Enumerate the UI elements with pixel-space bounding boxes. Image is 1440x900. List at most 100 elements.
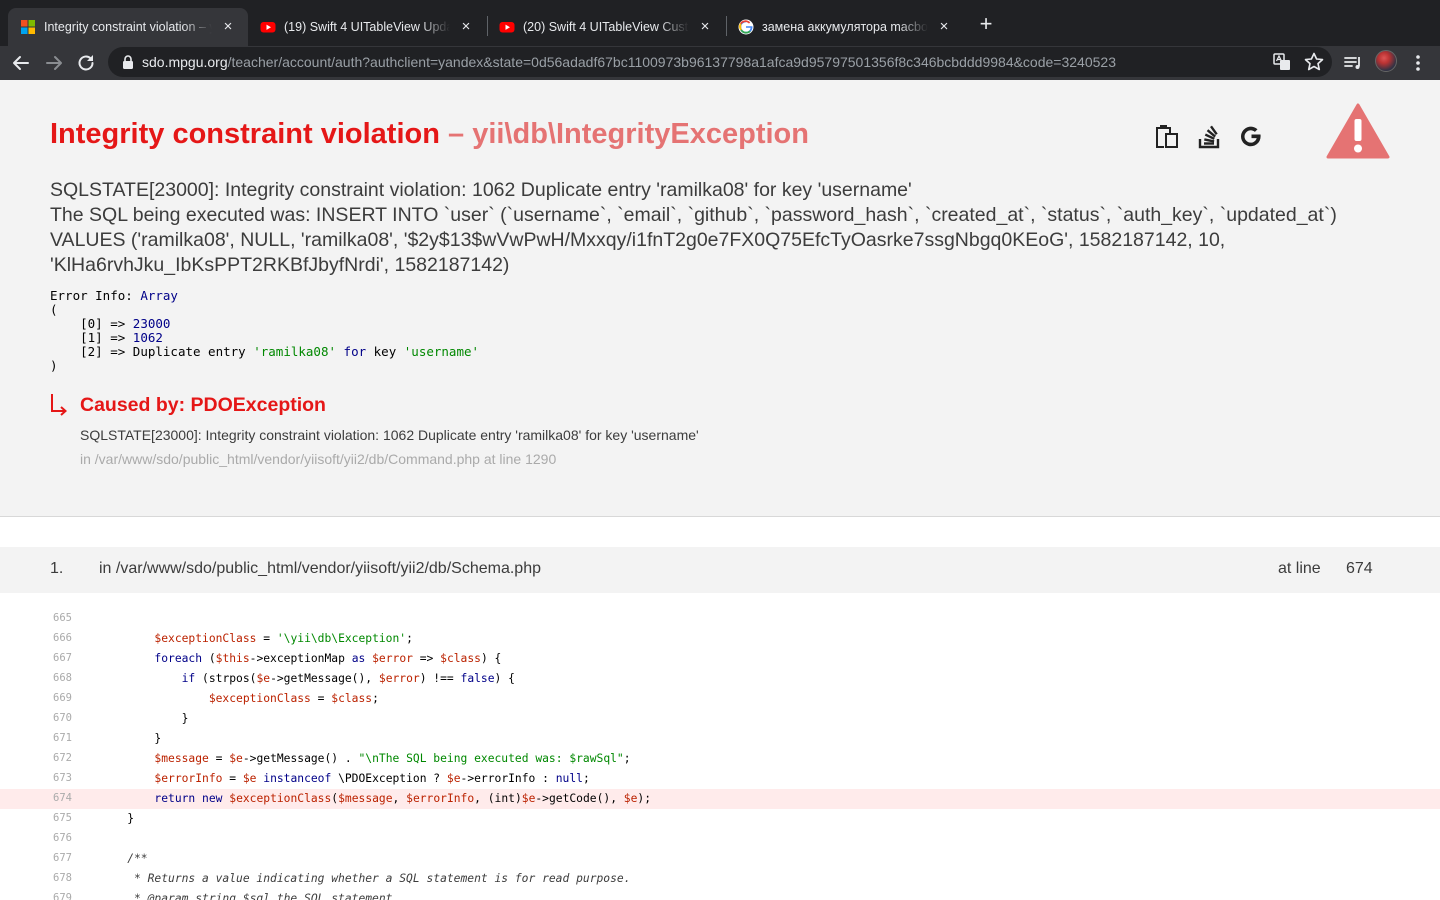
line-number: 674 (53, 792, 72, 804)
reload-icon[interactable] (74, 51, 98, 75)
copy-stacktrace-icon[interactable] (1153, 122, 1181, 150)
code-text: $exceptionClass = $class; (208, 692, 379, 705)
tab-strip: Integrity constraint violation – yii\db\… (0, 0, 1440, 46)
code-text: foreach ($this->exceptionMap as $error =… (154, 652, 502, 665)
exception-message: SQLSTATE[23000]: Integrity constraint vi… (50, 178, 1390, 278)
exception-header: Integrity constraint violation – yii\db\… (0, 80, 1440, 517)
line-number: 676 (53, 832, 72, 844)
code-line: 668 if (strpos($e->getMessage(), $error)… (0, 669, 1440, 689)
code-line-error: 674 return new $exceptionClass($message,… (0, 789, 1440, 809)
line-number: 675 (53, 812, 72, 824)
code-line: 671 } (0, 729, 1440, 749)
caused-by-arrow-icon (51, 394, 68, 416)
call-stack-item-header[interactable]: 1. in /var/www/sdo/public_html/vendor/yi… (0, 547, 1440, 593)
tab-title: замена аккумулятора macbook (762, 20, 928, 34)
code-line: 675 } (0, 809, 1440, 829)
line-number: 667 (53, 652, 72, 664)
caused-by-message: SQLSTATE[23000]: Integrity constraint vi… (80, 427, 699, 443)
exception-name: Integrity constraint violation (50, 118, 440, 150)
url-text[interactable]: sdo.mpgu.org/teacher/account/auth?authcl… (142, 54, 1116, 70)
code-text: return new $exceptionClass($message, $er… (154, 792, 652, 805)
close-tab-icon[interactable]: × (936, 19, 952, 35)
line-number: 673 (53, 772, 72, 784)
url-path: /teacher/account/auth?authclient=yandex&… (227, 54, 1116, 70)
code-snippet: 665 666 $exceptionClass = '\yii\db\Except… (0, 609, 1440, 900)
tab-title: (20) Swift 4 UITableView Custom (523, 20, 689, 34)
array-value: 1062 (132, 330, 163, 345)
browser-toolbar: sdo.mpgu.org/teacher/account/auth?authcl… (0, 46, 1440, 80)
exception-title: Integrity constraint violation – yii\db\… (50, 118, 809, 151)
profile-avatar[interactable] (1375, 50, 1397, 72)
code-line: 672 $message = $e->getMessage() . "\nThe… (0, 749, 1440, 769)
tab-google-search[interactable]: замена аккумулятора macbook × (726, 8, 964, 46)
code-line: 667 foreach ($this->exceptionMap as $err… (0, 649, 1440, 669)
message-line: 'KlHa6rvhJku_IbKsPPT2RKBfJbyfNrdi', 1582… (50, 254, 510, 276)
close-tab-icon[interactable]: × (697, 19, 713, 35)
error-page: Integrity constraint violation – yii\db\… (0, 80, 1440, 900)
error-info-dump: Error Info: Array ( [0] => 23000 [1] => … (50, 288, 480, 373)
code-line: 666 $exceptionClass = '\yii\db\Exception… (0, 629, 1440, 649)
code-text: * Returns a value indicating whether a S… (100, 872, 631, 885)
line-number: 672 (53, 752, 72, 764)
code-line: 665 (0, 609, 1440, 629)
line-number: 678 (53, 872, 72, 884)
error-info-type: Array (140, 288, 178, 303)
caused-by-file: in /var/www/sdo/public_html/vendor/yiiso… (80, 451, 557, 467)
code-text: $errorInfo = $e instanceof \PDOException… (154, 772, 590, 785)
translate-icon[interactable] (1270, 50, 1294, 74)
exception-class: yii\db\IntegrityException (472, 118, 809, 150)
array-value: 23000 (132, 316, 171, 331)
code-line: 669 $exceptionClass = $class; (0, 689, 1440, 709)
code-line: 676 (0, 829, 1440, 849)
url-host: sdo.mpgu.org (142, 54, 228, 70)
forward-icon[interactable] (42, 51, 66, 75)
array-key: [0] (80, 316, 103, 331)
tab-title: Integrity constraint violation – yii\db\… (44, 20, 212, 34)
line-number: 677 (53, 852, 72, 864)
google-icon (738, 19, 754, 35)
array-key: [2] (80, 344, 103, 359)
warning-triangle-icon (1326, 103, 1390, 159)
address-bar[interactable]: sdo.mpgu.org/teacher/account/auth?authcl… (108, 47, 1332, 77)
microsoft-squares-icon (21, 20, 35, 34)
call-line-number: 674 (1346, 560, 1373, 577)
more-menu-icon[interactable] (1406, 51, 1430, 75)
line-number: 679 (53, 892, 72, 900)
array-open-paren: ( (50, 302, 58, 317)
close-tab-icon[interactable]: × (220, 19, 236, 35)
tab-title: (19) Swift 4 UITableView Update (284, 20, 450, 34)
tab-integrity-constraint[interactable]: Integrity constraint violation – yii\db\… (8, 8, 248, 46)
bookmark-star-icon[interactable] (1302, 50, 1326, 74)
call-at-line-label: at line (1278, 560, 1321, 577)
back-icon[interactable] (9, 51, 33, 75)
exception-separator: – (439, 118, 473, 150)
lock-icon[interactable] (121, 54, 135, 70)
code-line: 670 } (0, 709, 1440, 729)
array-close-paren: ) (50, 358, 58, 373)
call-number: 1. (50, 560, 64, 577)
stackoverflow-search-icon[interactable] (1196, 122, 1224, 150)
array-key: [1] (80, 330, 103, 345)
line-number: 665 (53, 612, 72, 624)
new-tab-button[interactable]: + (976, 13, 996, 35)
code-text: } (100, 712, 189, 725)
youtube-icon (260, 22, 276, 33)
line-number: 669 (53, 692, 72, 704)
message-line: The SQL being executed was: INSERT INTO … (50, 204, 1337, 226)
code-text: } (100, 732, 162, 745)
code-text: * @param string $sql the SQL statement (100, 892, 393, 900)
line-number: 668 (53, 672, 72, 684)
tab-swift-20[interactable]: (20) Swift 4 UITableView Custom × (487, 8, 725, 46)
youtube-icon (499, 22, 515, 33)
code-line: 679 * @param string $sql the SQL stateme… (0, 889, 1440, 900)
google-search-icon[interactable] (1238, 122, 1266, 150)
code-line: 673 $errorInfo = $e instanceof \PDOExcep… (0, 769, 1440, 789)
code-text: $exceptionClass = '\yii\db\Exception'; (154, 632, 413, 645)
error-info-label: Error Info: (50, 288, 141, 303)
caused-by-title: Caused by: PDOException (80, 394, 326, 416)
close-tab-icon[interactable]: × (458, 19, 474, 35)
code-text: $message = $e->getMessage() . "\nThe SQL… (154, 752, 631, 765)
tab-swift-19[interactable]: (19) Swift 4 UITableView Update × (248, 8, 486, 46)
media-controls-icon[interactable] (1341, 51, 1365, 75)
code-line: 678 * Returns a value indicating whether… (0, 869, 1440, 889)
